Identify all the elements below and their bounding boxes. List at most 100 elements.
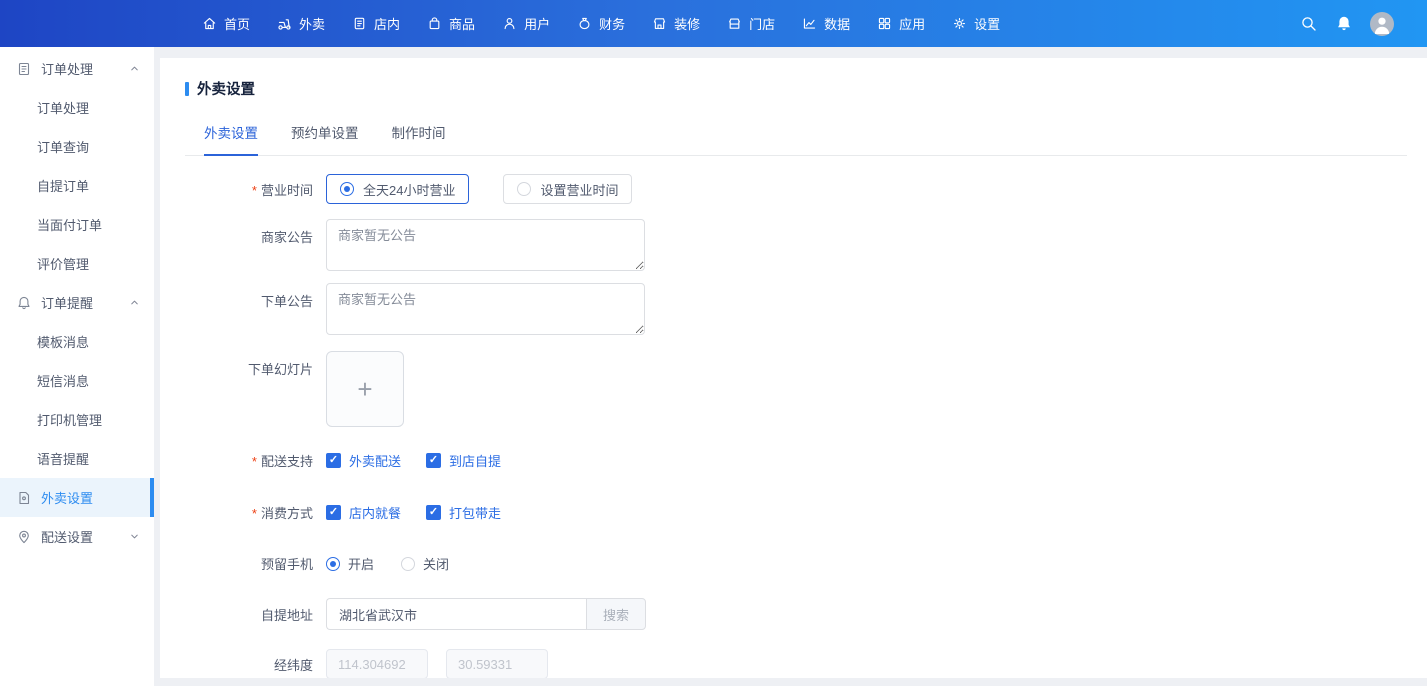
sidebar-section-label: 配送设置	[41, 527, 93, 546]
sidebar-item-takeout-settings[interactable]: 外卖设置	[0, 478, 154, 517]
order-notice-textarea[interactable]: 商家暂无公告	[326, 283, 645, 335]
avatar[interactable]	[1370, 12, 1394, 36]
sidebar-item-pickup-orders[interactable]: 自提订单	[0, 166, 154, 205]
page-title: 外卖设置	[197, 78, 255, 99]
takeout-icon	[277, 16, 292, 31]
chevron-up-icon	[129, 297, 140, 308]
nav-item-store[interactable]: 门店	[727, 14, 775, 33]
bell-icon[interactable]	[1335, 15, 1353, 33]
tab-make-time[interactable]: 制作时间	[392, 122, 446, 155]
nav-item-label: 装修	[674, 14, 700, 33]
sidebar-item-review-management[interactable]: 评价管理	[0, 244, 154, 283]
nav-item-goods[interactable]: 商品	[427, 14, 475, 33]
sidebar-item-label: 短信消息	[37, 371, 89, 390]
page-title-row: 外卖设置	[185, 78, 1407, 99]
latitude-input	[446, 649, 548, 678]
avatar-person-icon	[1370, 12, 1394, 36]
field-label-text: 预留手机	[261, 557, 313, 572]
nav-item-home[interactable]: 首页	[202, 14, 250, 33]
sidebar-section-order-reminder[interactable]: 订单提醒	[0, 283, 154, 322]
field-label-order-slides: 下单幻灯片	[185, 351, 326, 378]
sidebar-item-f2f-pay-orders[interactable]: 当面付订单	[0, 205, 154, 244]
field-label-business-hours: *营业时间	[185, 180, 326, 199]
nav-item-label: 财务	[599, 14, 625, 33]
checkbox-dine-in[interactable]: ✓ 店内就餐	[326, 503, 401, 522]
nav-item-takeout[interactable]: 外卖	[277, 14, 325, 33]
map-pin-icon	[16, 529, 32, 545]
nav-item-decoration[interactable]: 装修	[652, 14, 700, 33]
address-input-group: 搜索	[326, 598, 646, 630]
checkbox-label: 外卖配送	[349, 451, 401, 470]
radio-option-label: 设置营业时间	[540, 180, 618, 199]
nav-item-settings[interactable]: 设置	[952, 14, 1000, 33]
checkbox-takeaway[interactable]: ✓ 打包带走	[426, 503, 501, 522]
form-row-merchant-notice: 商家公告 商家暂无公告	[185, 219, 1407, 271]
nav-item-instore[interactable]: 店内	[352, 14, 400, 33]
home-icon	[202, 16, 217, 31]
store-icon	[727, 16, 742, 31]
field-label-text: 经纬度	[274, 658, 313, 673]
sidebar-item-label: 自提订单	[37, 176, 89, 195]
form-row-pickup-address: 自提地址 搜索	[185, 598, 1407, 630]
main-content: 外卖设置 外卖设置 预约单设置 制作时间 *营业时间 全天24小时营业 设置营业…	[160, 58, 1427, 678]
radio-option-set-hours[interactable]: 设置营业时间	[503, 174, 632, 204]
goods-icon	[427, 16, 442, 31]
checkbox-checked-icon: ✓	[426, 453, 441, 468]
form-row-dine-mode: *消费方式 ✓ 店内就餐 ✓ 打包带走	[185, 503, 1407, 522]
takeout-settings-form: *营业时间 全天24小时营业 设置营业时间 商家公告 商家暂无公告 下单公告 商…	[185, 174, 1407, 678]
search-icon[interactable]	[1300, 15, 1318, 33]
field-label-pickup-address: 自提地址	[185, 605, 326, 624]
radio-phone-off[interactable]: 关闭	[401, 554, 449, 573]
merchant-notice-textarea[interactable]: 商家暂无公告	[326, 219, 645, 271]
pickup-address-input[interactable]	[326, 598, 586, 630]
checkbox-store-pickup[interactable]: ✓ 到店自提	[426, 451, 501, 470]
radio-phone-on[interactable]: 开启	[326, 554, 374, 573]
top-nav: 首页 外卖 店内 商品 用户 财务 装修 门店	[0, 0, 1427, 47]
nav-item-apps[interactable]: 应用	[877, 14, 925, 33]
check-icon: ✓	[329, 455, 338, 466]
data-icon	[802, 16, 817, 31]
upload-slide-button[interactable]: +	[326, 351, 404, 427]
user-icon	[502, 16, 517, 31]
tab-reservation-settings[interactable]: 预约单设置	[291, 122, 359, 155]
sidebar-item-label: 当面付订单	[37, 215, 102, 234]
field-label-text: 自提地址	[261, 608, 313, 623]
address-search-button[interactable]: 搜索	[586, 598, 646, 630]
checkbox-label: 到店自提	[449, 451, 501, 470]
check-icon: ✓	[329, 507, 338, 518]
checkbox-takeout-delivery[interactable]: ✓ 外卖配送	[326, 451, 401, 470]
sidebar-item-label: 模板消息	[37, 332, 89, 351]
sidebar-item-printer-management[interactable]: 打印机管理	[0, 400, 154, 439]
sidebar-section-order-processing[interactable]: 订单处理	[0, 49, 154, 88]
nav-item-label: 店内	[374, 14, 400, 33]
form-row-business-hours: *营业时间 全天24小时营业 设置营业时间	[185, 174, 1407, 204]
sidebar-section-delivery-settings[interactable]: 配送设置	[0, 517, 154, 556]
sidebar-item-sms-message[interactable]: 短信消息	[0, 361, 154, 400]
checkbox-label: 店内就餐	[349, 503, 401, 522]
radio-checked-icon	[326, 557, 340, 571]
field-label-text: 商家公告	[261, 230, 313, 245]
sidebar-item-label: 订单查询	[37, 137, 89, 156]
form-row-lnglat: 经纬度	[185, 649, 1407, 678]
nav-item-label: 首页	[224, 14, 250, 33]
field-label-text: 下单幻灯片	[248, 362, 313, 377]
nav-item-finance[interactable]: 财务	[577, 14, 625, 33]
radio-option-24h-open[interactable]: 全天24小时营业	[326, 174, 469, 204]
nav-item-data[interactable]: 数据	[802, 14, 850, 33]
sidebar-item-template-message[interactable]: 模板消息	[0, 322, 154, 361]
field-label-text: 配送支持	[261, 454, 313, 469]
field-label-text: 营业时间	[261, 183, 313, 198]
field-label-merchant-notice: 商家公告	[185, 219, 326, 246]
finance-icon	[577, 16, 592, 31]
sidebar-item-order-query[interactable]: 订单查询	[0, 127, 154, 166]
field-label-order-notice: 下单公告	[185, 283, 326, 310]
check-icon: ✓	[429, 507, 438, 518]
plus-icon: +	[357, 376, 372, 402]
nav-item-label: 商品	[449, 14, 475, 33]
nav-item-users[interactable]: 用户	[502, 14, 550, 33]
sidebar-item-voice-reminder[interactable]: 语音提醒	[0, 439, 154, 478]
clipboard-icon	[16, 61, 32, 77]
sidebar-item-order-processing[interactable]: 订单处理	[0, 88, 154, 127]
tab-takeout-settings[interactable]: 外卖设置	[204, 122, 258, 155]
checkbox-checked-icon: ✓	[326, 505, 341, 520]
